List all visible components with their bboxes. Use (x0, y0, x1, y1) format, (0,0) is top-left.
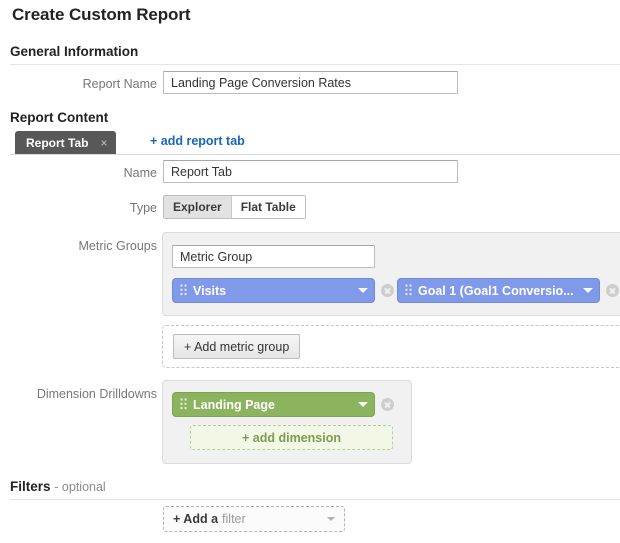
dimension-drilldowns-label: Dimension Drilldowns (36, 387, 157, 401)
tab-name-label: Name (123, 166, 157, 180)
chevron-down-icon[interactable] (583, 288, 593, 293)
section-report-content: Report Content (10, 110, 620, 130)
add-report-tab-link[interactable]: + add report tab (150, 134, 245, 148)
section-heading-filters: Filters - optional (10, 479, 620, 499)
section-heading-report-content: Report Content (10, 110, 109, 125)
metric-groups-label: Metric Groups (78, 239, 158, 253)
section-divider-filters (10, 499, 620, 500)
section-divider-general (10, 64, 620, 65)
chevron-down-icon[interactable] (327, 517, 335, 521)
create-custom-report-page: Create Custom Report General Information… (0, 0, 620, 543)
metric-pill-visits-label: Visits (193, 283, 227, 298)
report-name-label: Report Name (82, 77, 157, 91)
chevron-down-icon[interactable] (358, 402, 368, 407)
tab-strip-baseline (10, 154, 620, 155)
remove-dimension-landing-page-icon[interactable] (381, 398, 394, 411)
close-icon[interactable]: × (100, 137, 107, 149)
add-filter-button[interactable]: + Add a filter (163, 506, 345, 532)
dimension-pill-landing-page-label: Landing Page (193, 397, 275, 412)
filters-heading-optional: - optional (54, 480, 106, 494)
report-tab-strip: Report Tab × + add report tab (10, 131, 620, 155)
drag-handle-icon[interactable] (180, 284, 187, 297)
add-dimension-button[interactable]: + add dimension (190, 425, 393, 450)
drag-handle-icon[interactable] (180, 398, 187, 411)
metric-group-name-input[interactable] (172, 245, 375, 268)
remove-metric-visits-icon[interactable] (381, 284, 394, 297)
remove-metric-goal1-icon[interactable] (606, 284, 619, 297)
filters-heading-text: Filters (10, 479, 51, 494)
report-type-option-explorer[interactable]: Explorer (164, 196, 231, 218)
dimension-pill-landing-page[interactable]: Landing Page (172, 392, 375, 417)
add-metric-group-button[interactable]: + Add metric group (173, 334, 301, 359)
metric-pill-visits[interactable]: Visits (172, 278, 375, 303)
report-type-label: Type (129, 201, 157, 215)
metric-pill-goal1[interactable]: Goal 1 (Goal1 Conversio... (397, 278, 600, 303)
add-filter-label: + Add a (173, 512, 219, 526)
report-name-input[interactable] (163, 71, 458, 94)
report-type-option-flat-table[interactable]: Flat Table (230, 196, 305, 218)
page-title: Create Custom Report (12, 5, 191, 24)
section-heading-general: General Information (10, 44, 139, 59)
report-type-toggle[interactable]: Explorer Flat Table (163, 195, 306, 219)
add-filter-label-secondary: filter (222, 512, 246, 526)
tab-name-input[interactable] (163, 160, 458, 183)
section-filters: Filters - optional (10, 479, 620, 500)
chevron-down-icon[interactable] (358, 288, 368, 293)
tab-report-tab-label: Report Tab (26, 135, 89, 150)
metric-pill-goal1-label: Goal 1 (Goal1 Conversio... (418, 283, 574, 298)
tab-report-tab[interactable]: Report Tab × (15, 131, 117, 154)
drag-handle-icon[interactable] (405, 284, 412, 297)
section-general-information: General Information (10, 44, 620, 65)
